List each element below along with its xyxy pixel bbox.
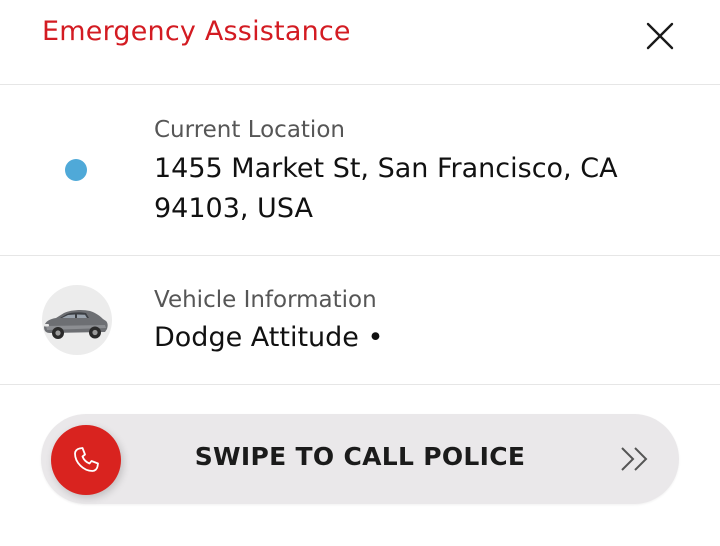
current-location-address: 1455 Market St, San Francisco, CA 94103,…	[154, 153, 618, 224]
current-location-label: Current Location	[154, 117, 345, 143]
vehicle-information-label: Vehicle Information	[154, 287, 377, 313]
vehicle-name: Dodge Attitude •	[154, 322, 384, 353]
swipe-label: SWIPE TO CALL POLICE	[194, 442, 526, 471]
swipe-knob[interactable]	[51, 425, 121, 495]
emergency-assistance-screen: Emergency Assistance Current Location 14…	[0, 0, 720, 546]
current-location-section: Current Location 1455 Market St, San Fra…	[0, 85, 720, 256]
header: Emergency Assistance	[0, 0, 720, 85]
car-icon	[44, 309, 108, 339]
phone-icon	[74, 447, 99, 472]
close-icon	[646, 22, 674, 50]
vehicle-avatar	[42, 285, 112, 355]
swipe-to-call-police-slider[interactable]: SWIPE TO CALL POLICE	[41, 414, 679, 504]
close-button[interactable]	[640, 16, 680, 56]
location-dot-icon	[65, 159, 87, 181]
page-title: Emergency Assistance	[42, 16, 351, 47]
double-chevron-right-icon	[621, 447, 648, 471]
vehicle-information-section: Vehicle Information Dodge Attitude •	[0, 256, 720, 385]
